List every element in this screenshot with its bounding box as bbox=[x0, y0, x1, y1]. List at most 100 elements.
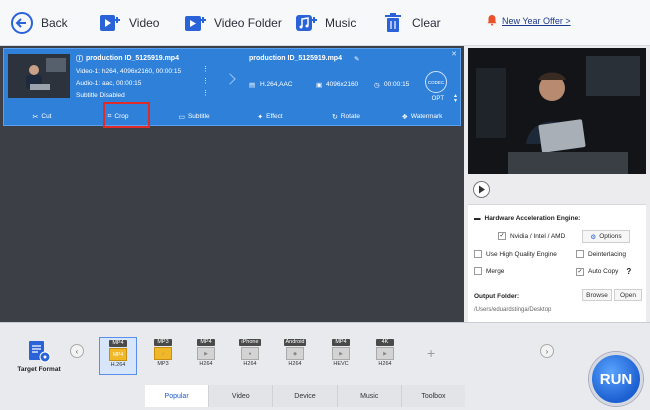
audio-track-menu-icon[interactable]: ⋮ bbox=[202, 78, 209, 85]
subtitle-icon: ▭ bbox=[178, 113, 185, 121]
codec-option-button[interactable]: CODEC bbox=[425, 71, 447, 93]
codec-badge: CODEC bbox=[427, 79, 445, 85]
music-label: Music bbox=[325, 16, 357, 30]
autocopy-check-box[interactable]: ✓ bbox=[576, 267, 584, 276]
reorder-arrows-icon[interactable]: ▲ ▼ bbox=[453, 94, 458, 104]
options-button[interactable]: ⚙ Options bbox=[582, 230, 630, 243]
hq-label: Use High Quality Engine bbox=[486, 250, 557, 258]
back-button[interactable]: Back bbox=[10, 0, 68, 46]
rotate-label: Rotate bbox=[340, 113, 361, 120]
film-icon: ▶ bbox=[376, 347, 394, 360]
browse-button[interactable]: Browse bbox=[582, 289, 612, 301]
deinterlacing-checkbox[interactable]: Deinterlacing bbox=[576, 250, 626, 258]
format-mp4-hevc[interactable]: MP4 ▶ HEVC bbox=[322, 337, 360, 375]
video-folder-icon bbox=[183, 11, 207, 35]
format-mp3[interactable]: MP3 ♪ MP3 bbox=[144, 337, 182, 375]
add-format-icon[interactable]: + bbox=[427, 345, 435, 361]
options-label: Options bbox=[599, 233, 622, 240]
tab-music[interactable]: Music bbox=[338, 385, 402, 407]
output-filename: production ID_5125919.mp4 bbox=[249, 55, 342, 62]
codec-icon: ▤ bbox=[249, 82, 256, 89]
back-arrow-icon bbox=[10, 11, 34, 35]
subtitle-label: Subtitle bbox=[187, 113, 210, 120]
music-icon bbox=[294, 11, 318, 35]
video-preview bbox=[468, 48, 646, 174]
new-year-offer-link[interactable]: New Year Offer > bbox=[486, 14, 571, 28]
close-icon[interactable]: ✕ bbox=[451, 50, 457, 58]
file-card[interactable]: ⓘ production ID_5125919.mp4 Video-1: h26… bbox=[3, 48, 461, 126]
format-4k[interactable]: 4K ▶ H264 bbox=[366, 337, 404, 375]
tab-device[interactable]: Device bbox=[273, 385, 338, 407]
auto-copy-checkbox[interactable]: ✓ Auto Copy ? bbox=[576, 267, 631, 276]
video-icon bbox=[98, 11, 122, 35]
subtitle-track-menu-icon[interactable]: ⋮ bbox=[202, 90, 209, 97]
format-head: MP4 bbox=[109, 340, 127, 347]
clear-button[interactable]: Clear bbox=[381, 0, 441, 46]
format-android[interactable]: Android ◆ H264 bbox=[276, 337, 314, 375]
resolution-icon: ▣ bbox=[316, 82, 323, 89]
effect-button[interactable]: ✦ Effect bbox=[232, 108, 308, 125]
format-label: H264 bbox=[378, 361, 392, 367]
output-codec: H.264,AAC bbox=[260, 81, 293, 88]
film-icon: ▶ bbox=[197, 347, 215, 360]
deint-label: Deinterlacing bbox=[588, 250, 626, 258]
tab-video[interactable]: Video bbox=[209, 385, 274, 407]
deint-check-box[interactable] bbox=[576, 250, 584, 258]
video-thumbnail bbox=[8, 54, 70, 98]
format-label: HEVC bbox=[333, 361, 349, 367]
add-music-button[interactable]: Music bbox=[294, 0, 356, 46]
output-folder-title: Output Folder: bbox=[474, 293, 520, 300]
gear-icon: ⚙ bbox=[590, 233, 597, 241]
nvidia-checkbox[interactable]: ✓ Nvidia / Intel / AMD bbox=[498, 232, 565, 240]
format-mp4-h264[interactable]: MP4 MP4 H.264 bbox=[99, 337, 137, 375]
format-mp4[interactable]: MP4 ▶ H264 bbox=[187, 337, 225, 375]
prev-formats-button[interactable]: ‹ bbox=[70, 344, 84, 358]
cut-button[interactable]: ✂ Cut bbox=[4, 108, 80, 125]
toolbar: Back Video Video Folder Music Clear New … bbox=[0, 0, 650, 46]
play-button[interactable] bbox=[473, 181, 490, 198]
video-folder-label: Video Folder bbox=[214, 16, 282, 30]
hq-check-box[interactable] bbox=[474, 250, 482, 258]
format-head: Android bbox=[283, 339, 307, 346]
help-icon[interactable]: ? bbox=[626, 267, 631, 276]
output-resolution: 4096x2160 bbox=[326, 81, 359, 88]
format-label: H.264 bbox=[110, 362, 126, 368]
watermark-button[interactable]: ❖ Watermark bbox=[384, 108, 460, 125]
format-head: MP4 bbox=[332, 339, 350, 346]
music-note-icon: ♪ bbox=[154, 347, 172, 360]
format-head: iPhone bbox=[239, 339, 261, 346]
subtitle-button[interactable]: ▭ Subtitle bbox=[156, 108, 232, 125]
high-quality-checkbox[interactable]: Use High Quality Engine bbox=[474, 250, 557, 258]
format-body: MP4 bbox=[109, 348, 127, 361]
merge-check-box[interactable] bbox=[474, 267, 482, 275]
tab-toolbox[interactable]: Toolbox bbox=[402, 385, 465, 407]
film-icon: ▶ bbox=[332, 347, 350, 360]
effect-label: Effect bbox=[266, 113, 283, 120]
source-info-icon: ⓘ bbox=[76, 56, 83, 63]
video-track-info: Video-1: h264, 4096x2160, 00:00:15 bbox=[76, 68, 182, 75]
rotate-button[interactable]: ↻ Rotate bbox=[308, 108, 384, 125]
open-button[interactable]: Open bbox=[614, 289, 642, 301]
rename-pencil-icon[interactable]: ✎ bbox=[354, 55, 359, 63]
merge-checkbox[interactable]: Merge bbox=[474, 267, 504, 275]
format-label: H264 bbox=[243, 361, 257, 367]
run-button[interactable]: RUN bbox=[589, 352, 643, 406]
add-video-folder-button[interactable]: Video Folder bbox=[183, 0, 282, 46]
android-icon: ◆ bbox=[286, 347, 304, 360]
format-head: MP4 bbox=[197, 339, 215, 346]
format-iphone[interactable]: iPhone ● H264 bbox=[231, 337, 269, 375]
format-label: MP3 bbox=[157, 361, 169, 367]
rotate-icon: ↻ bbox=[331, 113, 338, 121]
tab-popular[interactable]: Popular bbox=[145, 385, 210, 407]
format-head: MP3 bbox=[154, 339, 172, 346]
clock-icon: ◷ bbox=[374, 82, 380, 89]
add-video-button[interactable]: Video bbox=[98, 0, 159, 46]
target-format-icon bbox=[29, 341, 51, 363]
offer-label: New Year Offer > bbox=[502, 16, 571, 26]
video-track-menu-icon[interactable]: ⋮ bbox=[202, 66, 209, 73]
nvidia-label: Nvidia / Intel / AMD bbox=[510, 232, 566, 240]
convert-arrow-icon bbox=[224, 73, 236, 85]
next-formats-button[interactable]: › bbox=[540, 344, 554, 358]
target-format[interactable]: Target Format bbox=[10, 339, 68, 373]
nvidia-check-box[interactable]: ✓ bbox=[498, 232, 506, 240]
